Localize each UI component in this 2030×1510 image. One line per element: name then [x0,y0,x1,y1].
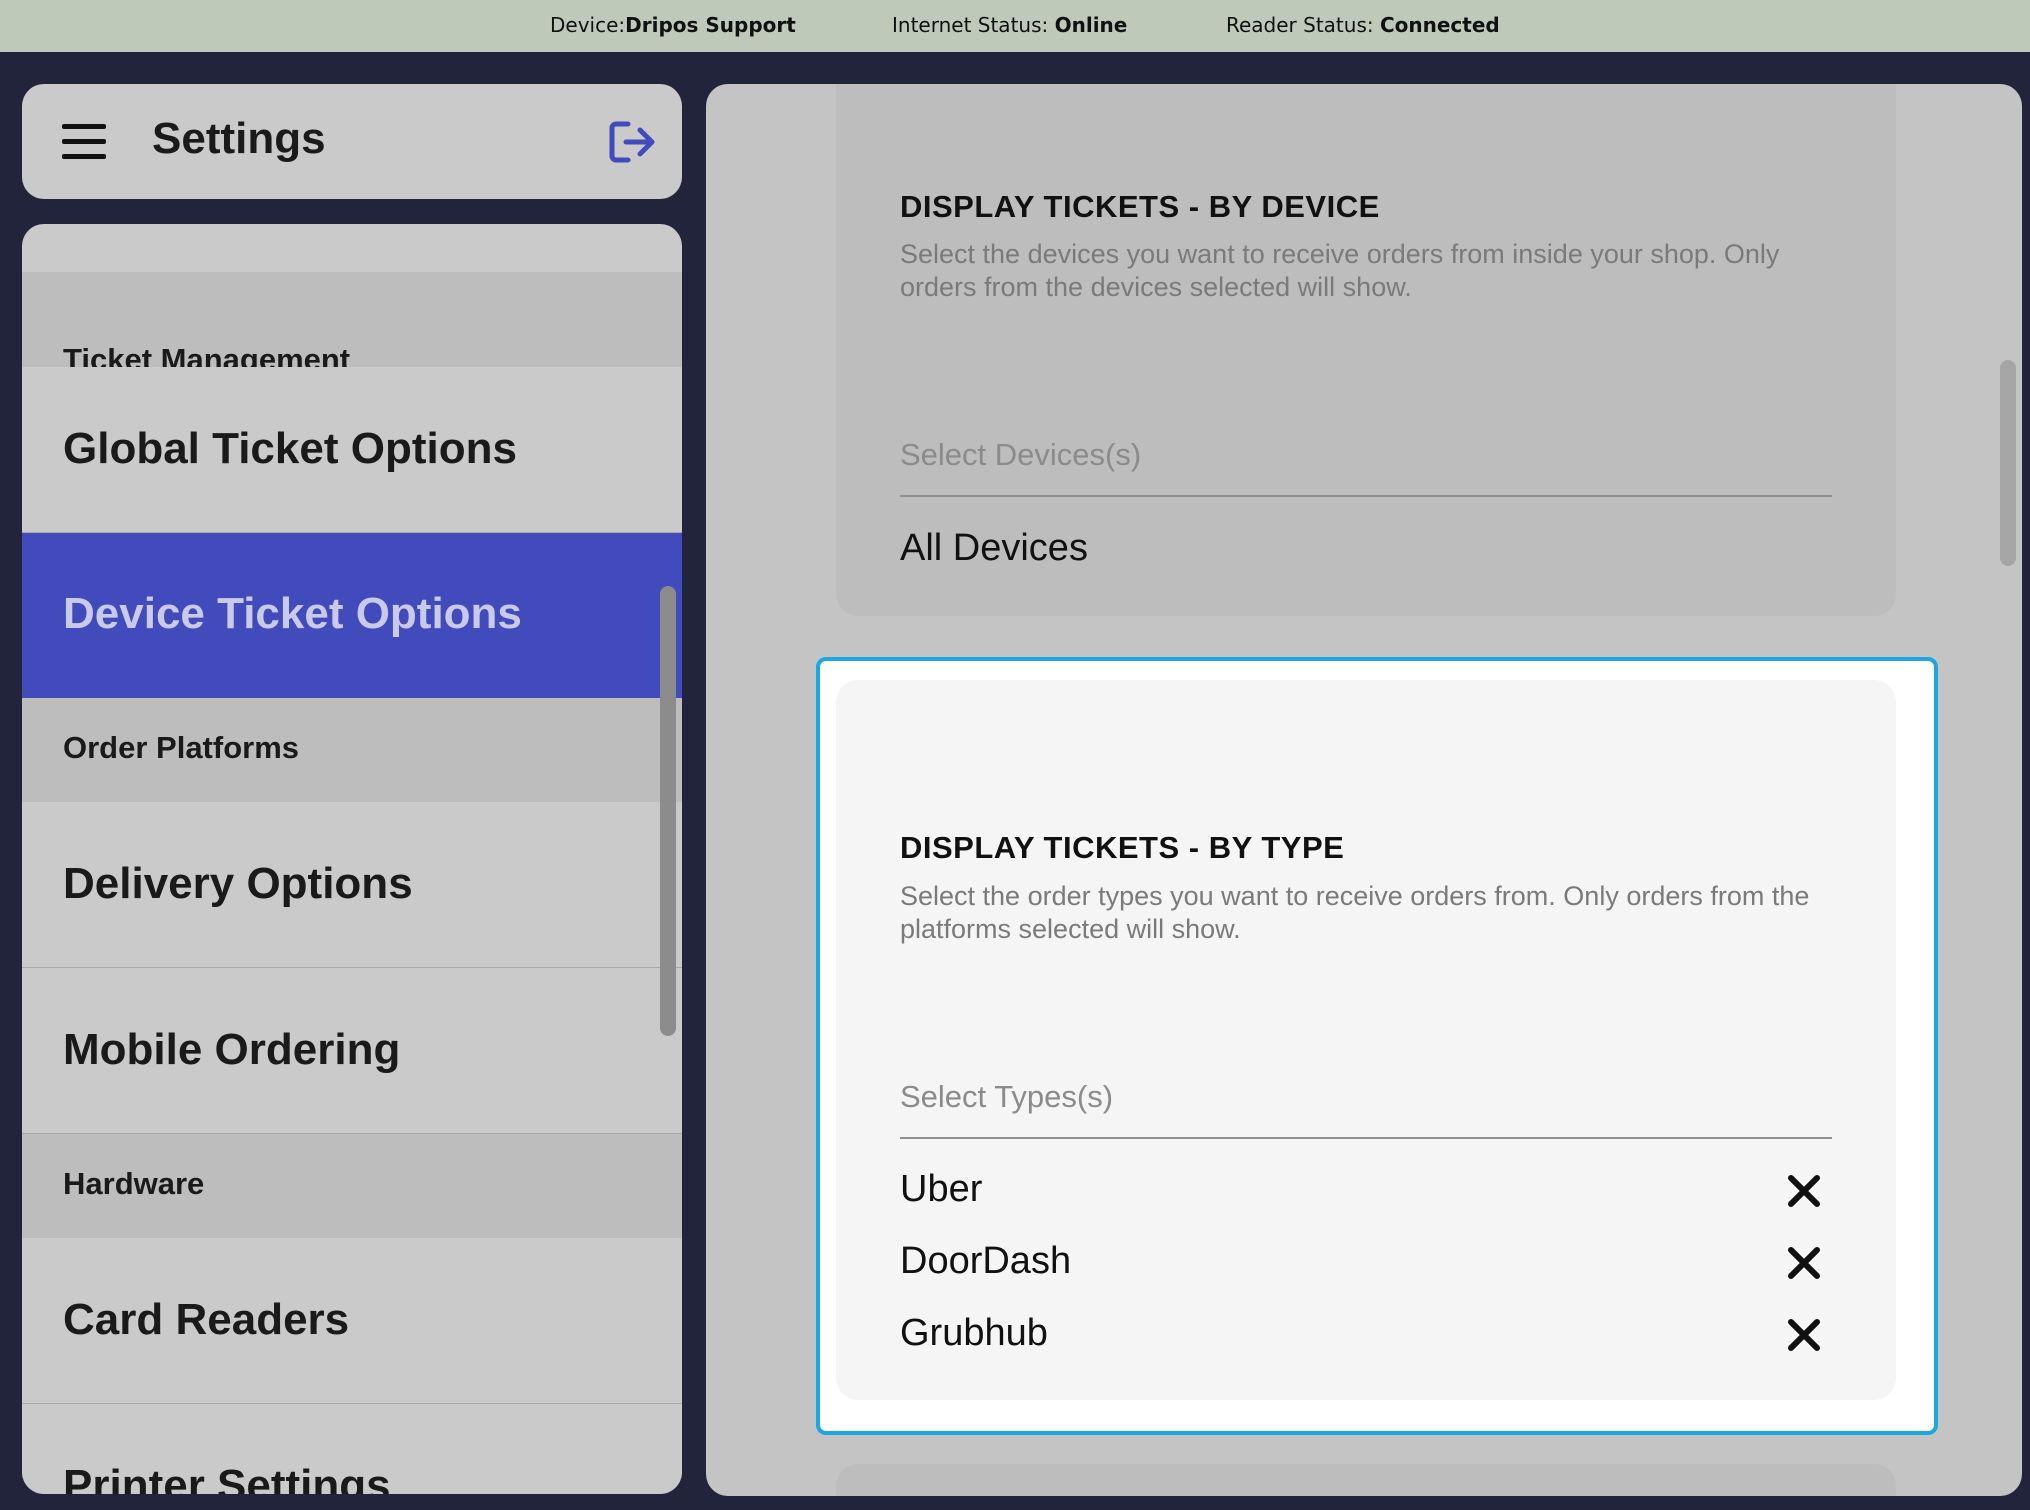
internet-status-label: Internet Status: [892,13,1055,37]
sidebar-section-label: Hardware [63,1166,205,1201]
selected-device-all-devices: All Devices [900,527,1088,569]
device-select-input[interactable]: Select Devices(s) [900,437,1141,473]
divider [900,495,1832,497]
page-title: Settings [152,114,326,163]
sidebar-section-hardware: Hardware [22,1134,682,1238]
close-icon[interactable] [1786,1245,1822,1281]
sidebar-item-printer-settings[interactable]: Printer Settings [22,1404,682,1494]
reader-status-label: Reader Status: [1226,13,1380,37]
sidebar-item-label: Global Ticket Options [63,424,517,473]
sidebar-item-label: Printer Settings [63,1461,391,1494]
device-status-label: Device: [550,13,626,37]
close-icon[interactable] [1786,1173,1822,1209]
hamburger-icon[interactable] [62,124,106,160]
device-status: Device:Dripos Support [550,0,796,52]
sidebar-section-label: Order Platforms [63,730,300,765]
main-scrollbar[interactable] [2000,360,2016,566]
sidebar-scrollbar[interactable] [660,586,676,1036]
section-description: Select the order types you want to recei… [900,881,1810,944]
sidebar-item-label: Mobile Ordering [63,1025,401,1074]
type-select-input[interactable]: Select Types(s) [900,1079,1113,1115]
sidebar-item-label: Device Ticket Options [63,589,522,638]
sidebar-header: Settings [22,84,682,199]
section-title: DISPLAY TICKETS - BY DEVICE [900,189,1380,224]
reader-status-value: Connected [1379,13,1500,37]
main-content: DISPLAY TICKETS - BY DEVICE Select the d… [706,84,2022,1496]
divider [900,1137,1832,1139]
sidebar-menu: Ticket Management Global Ticket Options … [22,224,682,1494]
selected-type-grubhub: Grubhub [900,1312,1048,1354]
reader-status: Reader Status: Connected [1226,0,1500,52]
display-by-device-card: DISPLAY TICKETS - BY DEVICE Select the d… [836,84,1896,616]
sidebar-section-order-platforms: Order Platforms [22,698,682,802]
internet-status: Internet Status: Online [892,0,1127,52]
sidebar-item-device-ticket-options[interactable]: Device Ticket Options [22,533,682,698]
sidebar-item-delivery-options[interactable]: Delivery Options [22,802,682,968]
sidebar-item-card-readers[interactable]: Card Readers [22,1238,682,1404]
display-by-type-card: DISPLAY TICKETS - BY TYPE Select the ord… [836,680,1896,1400]
sidebar-item-mobile-ordering[interactable]: Mobile Ordering [22,968,682,1134]
sidebar-item-global-ticket-options[interactable]: Global Ticket Options [22,367,682,533]
selected-type-doordash: DoorDash [900,1240,1072,1282]
internet-status-value: Online [1054,13,1128,37]
close-icon[interactable] [1786,1317,1822,1353]
logout-icon[interactable] [608,120,658,164]
section-title: DISPLAY TICKETS - BY TYPE [900,830,1345,865]
status-bar: Device:Dripos Support Internet Status: O… [0,0,2030,52]
next-section-card [836,1464,1896,1496]
section-description: Select the devices you want to receive o… [900,239,1780,302]
device-status-value: Dripos Support [625,13,796,37]
sidebar-item-label: Delivery Options [63,859,413,908]
sidebar-item-label: Card Readers [63,1295,350,1344]
selected-type-uber: Uber [900,1168,983,1210]
